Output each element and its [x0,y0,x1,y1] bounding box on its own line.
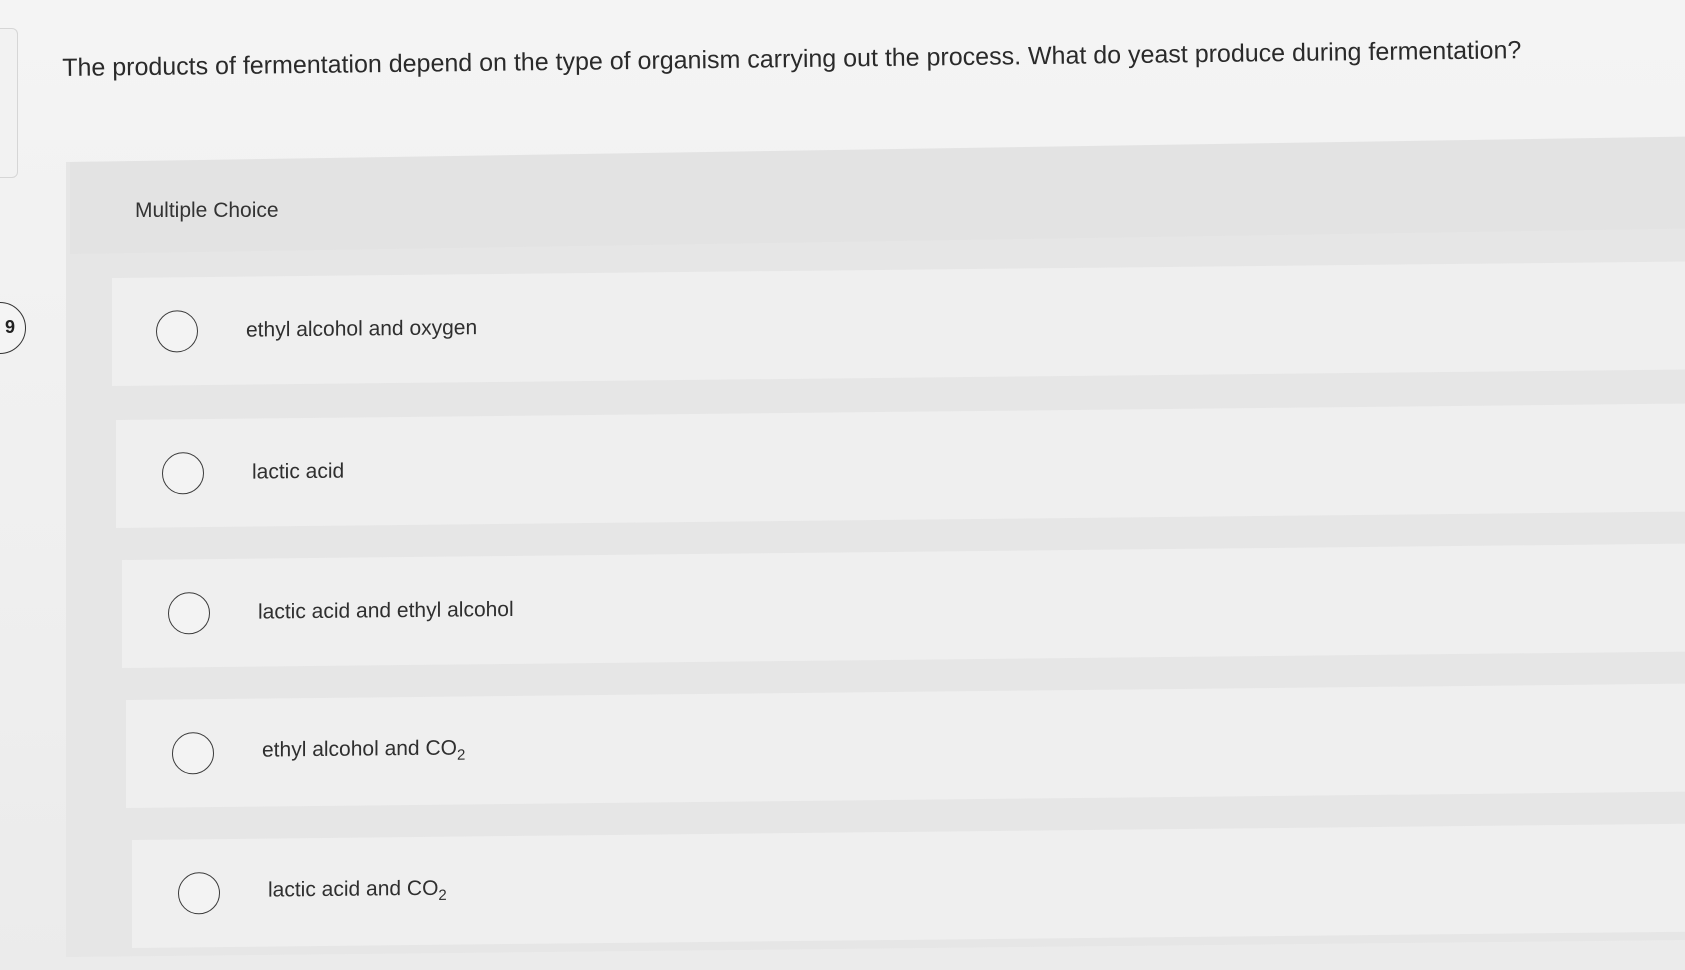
subscript: 2 [456,747,466,765]
radio-button[interactable] [156,310,198,353]
radio-button[interactable] [172,732,214,775]
radio-button[interactable] [162,452,204,495]
answer-option-label-text: ethyl alcohol and CO [262,736,457,762]
radio-button[interactable] [168,592,210,635]
answer-option-label: lactic acid and CO2 [268,877,447,906]
radio-button[interactable] [178,872,220,915]
question-type-label: Multiple Choice [135,199,279,222]
subscript: 2 [438,887,447,905]
answer-option-label: ethyl alcohol and oxygen [246,316,478,342]
answer-option-label: lactic acid and ethyl alcohol [258,597,514,624]
answer-option-label-text: lactic acid and CO [268,877,439,902]
answer-option-4[interactable]: ethyl alcohol and CO2 [126,683,1685,808]
answer-option-5[interactable]: lactic acid and CO2 [132,823,1685,948]
question-page: 9 The products of fermentation depend on… [0,0,1685,970]
question-number: 9 [4,317,15,337]
side-navigation-tab[interactable] [0,28,18,178]
answer-option-3[interactable]: lactic acid and ethyl alcohol [122,543,1685,668]
answer-option-2[interactable]: lactic acid [116,403,1685,528]
answer-option-label: lactic acid [252,459,345,484]
question-number-badge[interactable]: 9 [0,302,26,354]
answer-option-label: ethyl alcohol and CO2 [262,737,465,766]
answer-option-1[interactable]: ethyl alcohol and oxygen [112,261,1685,386]
question-text: The products of fermentation depend on t… [62,36,1522,82]
